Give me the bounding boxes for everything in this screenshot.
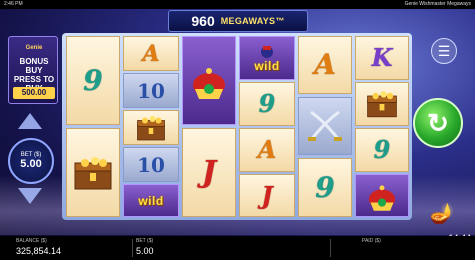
symbol-k: K [371,43,393,72]
bet-decrease-button[interactable] [18,188,42,204]
bonus-buy-button[interactable]: Genie BONUS BUY PRESS TO BUY 500.00 [8,36,58,104]
reel-cell: A [123,36,179,71]
reel-cell: J [239,174,295,217]
reel-cell: 9 [66,36,120,125]
symbol-9: 9 [315,170,335,204]
symbol-10: 10 [137,152,165,177]
reel-cell [355,174,409,217]
wild-symbol: wild [138,195,163,207]
bonus-buy-price: 500.00 [13,87,55,99]
footer-bet-label: BET ($) [136,238,154,244]
bonus-buy-brand: Genie [25,45,43,51]
symbol-9: 9 [373,135,391,164]
treasure-chest-icon [74,156,112,189]
wild-label: wild [138,193,164,208]
reel-cell [182,36,236,125]
reel-cell [355,82,409,126]
spin-icon: ↻ [427,108,449,138]
status-bar: 2:46 PM Genie Wishmaster Megaways [0,0,475,9]
reel-cell [123,110,179,145]
autoplay-button[interactable]: 🪔 [420,200,464,226]
megaways-count: 960 [191,13,215,29]
reel-cell: 10 [123,73,179,108]
balance-label: BALANCE ($) [16,238,47,244]
symbol-9: 9 [83,63,103,97]
reel-cell: 10 [123,147,179,182]
menu-icon: ☰ [437,43,451,59]
symbol-a: A [142,40,160,67]
reel-board: 9 A 10 10 wild J wild 9 A J A 9 K 9 [62,33,412,220]
symbol-9: 9 [258,89,276,118]
bet-value: 5.00 [20,158,42,170]
reel-cell: A [239,128,295,172]
status-time: 2:46 PM [4,1,23,7]
footer-bet-value: 5.00 [136,246,154,256]
crown-icon [368,184,396,211]
paid-label: PAID ($) [362,238,381,244]
footer-bar: BALANCE ($) 325,854.14 BET ($) 5.00 PAID… [0,236,475,260]
menu-button[interactable]: ☰ [431,38,457,64]
crossed-swords-icon [308,110,342,141]
reel-cell: A [298,36,352,94]
symbol-j: J [201,154,217,190]
spin-button[interactable]: ↻ [413,98,463,148]
symbol-j: J [261,180,273,210]
symbol-10: 10 [137,78,165,103]
megaways-counter: 960 MEGAWAYS™ [168,10,308,32]
bet-increase-button[interactable] [18,113,42,129]
genie-icon [261,46,273,58]
reel-cell [298,97,352,155]
crown-icon [193,67,225,99]
reel-cell: 9 [239,82,295,126]
megaways-label: MEGAWAYS™ [220,16,285,26]
wild-label: wild [254,59,280,73]
treasure-chest-icon [367,91,397,118]
reel-cell: wild [239,36,295,80]
symbol-a: A [257,135,277,164]
footer-divider [330,239,331,257]
balance-value: 325,854.14 [16,246,62,256]
reel-cell: K [355,36,409,80]
status-title: Genie Wishmaster Megaways [404,1,471,7]
treasure-chest-icon [137,115,165,140]
reel-cell: wild [123,184,179,217]
reel-cell: J [182,128,236,217]
lamp-icon: 🪔 [429,202,455,225]
bet-display[interactable]: BET ($) 5.00 [8,138,54,184]
reel-cell: 9 [355,128,409,172]
footer-divider [132,239,133,257]
reel-cell [66,128,120,217]
reel-cell: 9 [298,158,352,217]
symbol-a: A [314,48,336,81]
